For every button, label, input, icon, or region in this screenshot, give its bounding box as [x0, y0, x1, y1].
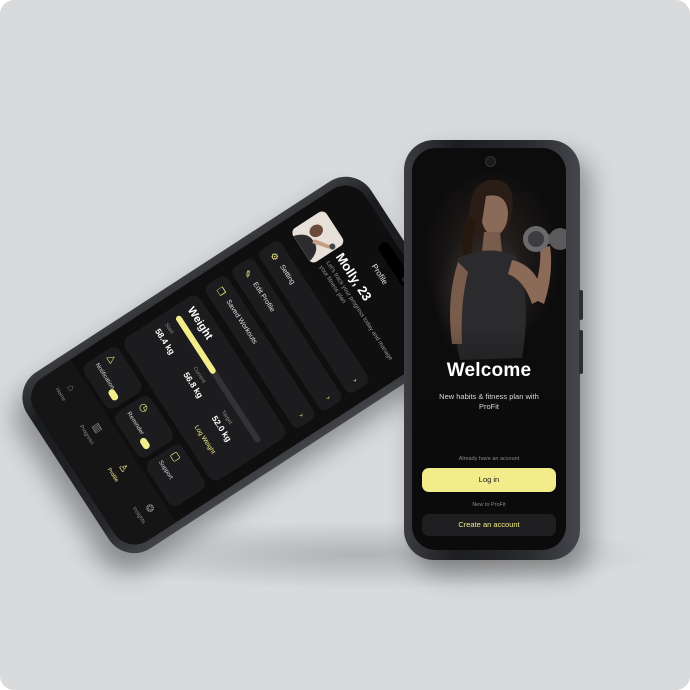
profile-phone: Profile Molly, 23 Let's track your progr…: [10, 165, 470, 565]
tab-insights[interactable]: ❂ Insights: [123, 486, 167, 538]
create-account-button[interactable]: Create an account: [422, 514, 556, 536]
gear-icon: ⚙: [268, 250, 281, 263]
menu-item-label: Edit Profile: [251, 281, 276, 314]
login-button[interactable]: Log in: [422, 468, 556, 492]
welcome-phone: Welcome New habits & fitness plan with P…: [404, 140, 583, 560]
have-account-text: Already have an account: [458, 456, 520, 462]
chat-icon: ▢: [167, 449, 183, 464]
volume-button: [579, 290, 583, 320]
welcome-subtitle: New habits & fitness plan with ProFit: [439, 392, 539, 411]
new-to-profit-text: New to ProFit: [472, 502, 506, 508]
notification-toggle[interactable]: [107, 387, 120, 402]
clock-icon: ◷: [136, 401, 151, 415]
weight-target: Target 52.0 kg: [210, 409, 241, 443]
mockup-background: Profile Molly, 23 Let's track your progr…: [0, 0, 690, 690]
weight-current: Current 56.8 kg: [181, 366, 212, 400]
weight-start: Start 58.4 kg: [153, 322, 184, 356]
bell-icon: △: [104, 352, 119, 366]
menu-item-label: Setting: [278, 263, 296, 286]
chevron-right-icon: ›: [297, 411, 307, 419]
reminder-toggle[interactable]: [138, 436, 152, 451]
bookmark-icon: ❒: [214, 285, 228, 298]
log-weight-button[interactable]: Log Weight: [193, 424, 217, 455]
welcome-title: Welcome: [446, 360, 532, 381]
hero-photo: [412, 148, 566, 468]
power-button: [579, 330, 583, 374]
front-camera-icon: [485, 156, 496, 167]
profile-screen: Profile Molly, 23 Let's track your progr…: [21, 176, 459, 554]
athlete-illustration: [412, 148, 566, 468]
welcome-screen: Welcome New habits & fitness plan with P…: [412, 148, 566, 550]
chevron-right-icon: ›: [350, 376, 360, 384]
chevron-right-icon: ›: [324, 394, 334, 402]
pencil-icon: ✎: [241, 268, 254, 280]
